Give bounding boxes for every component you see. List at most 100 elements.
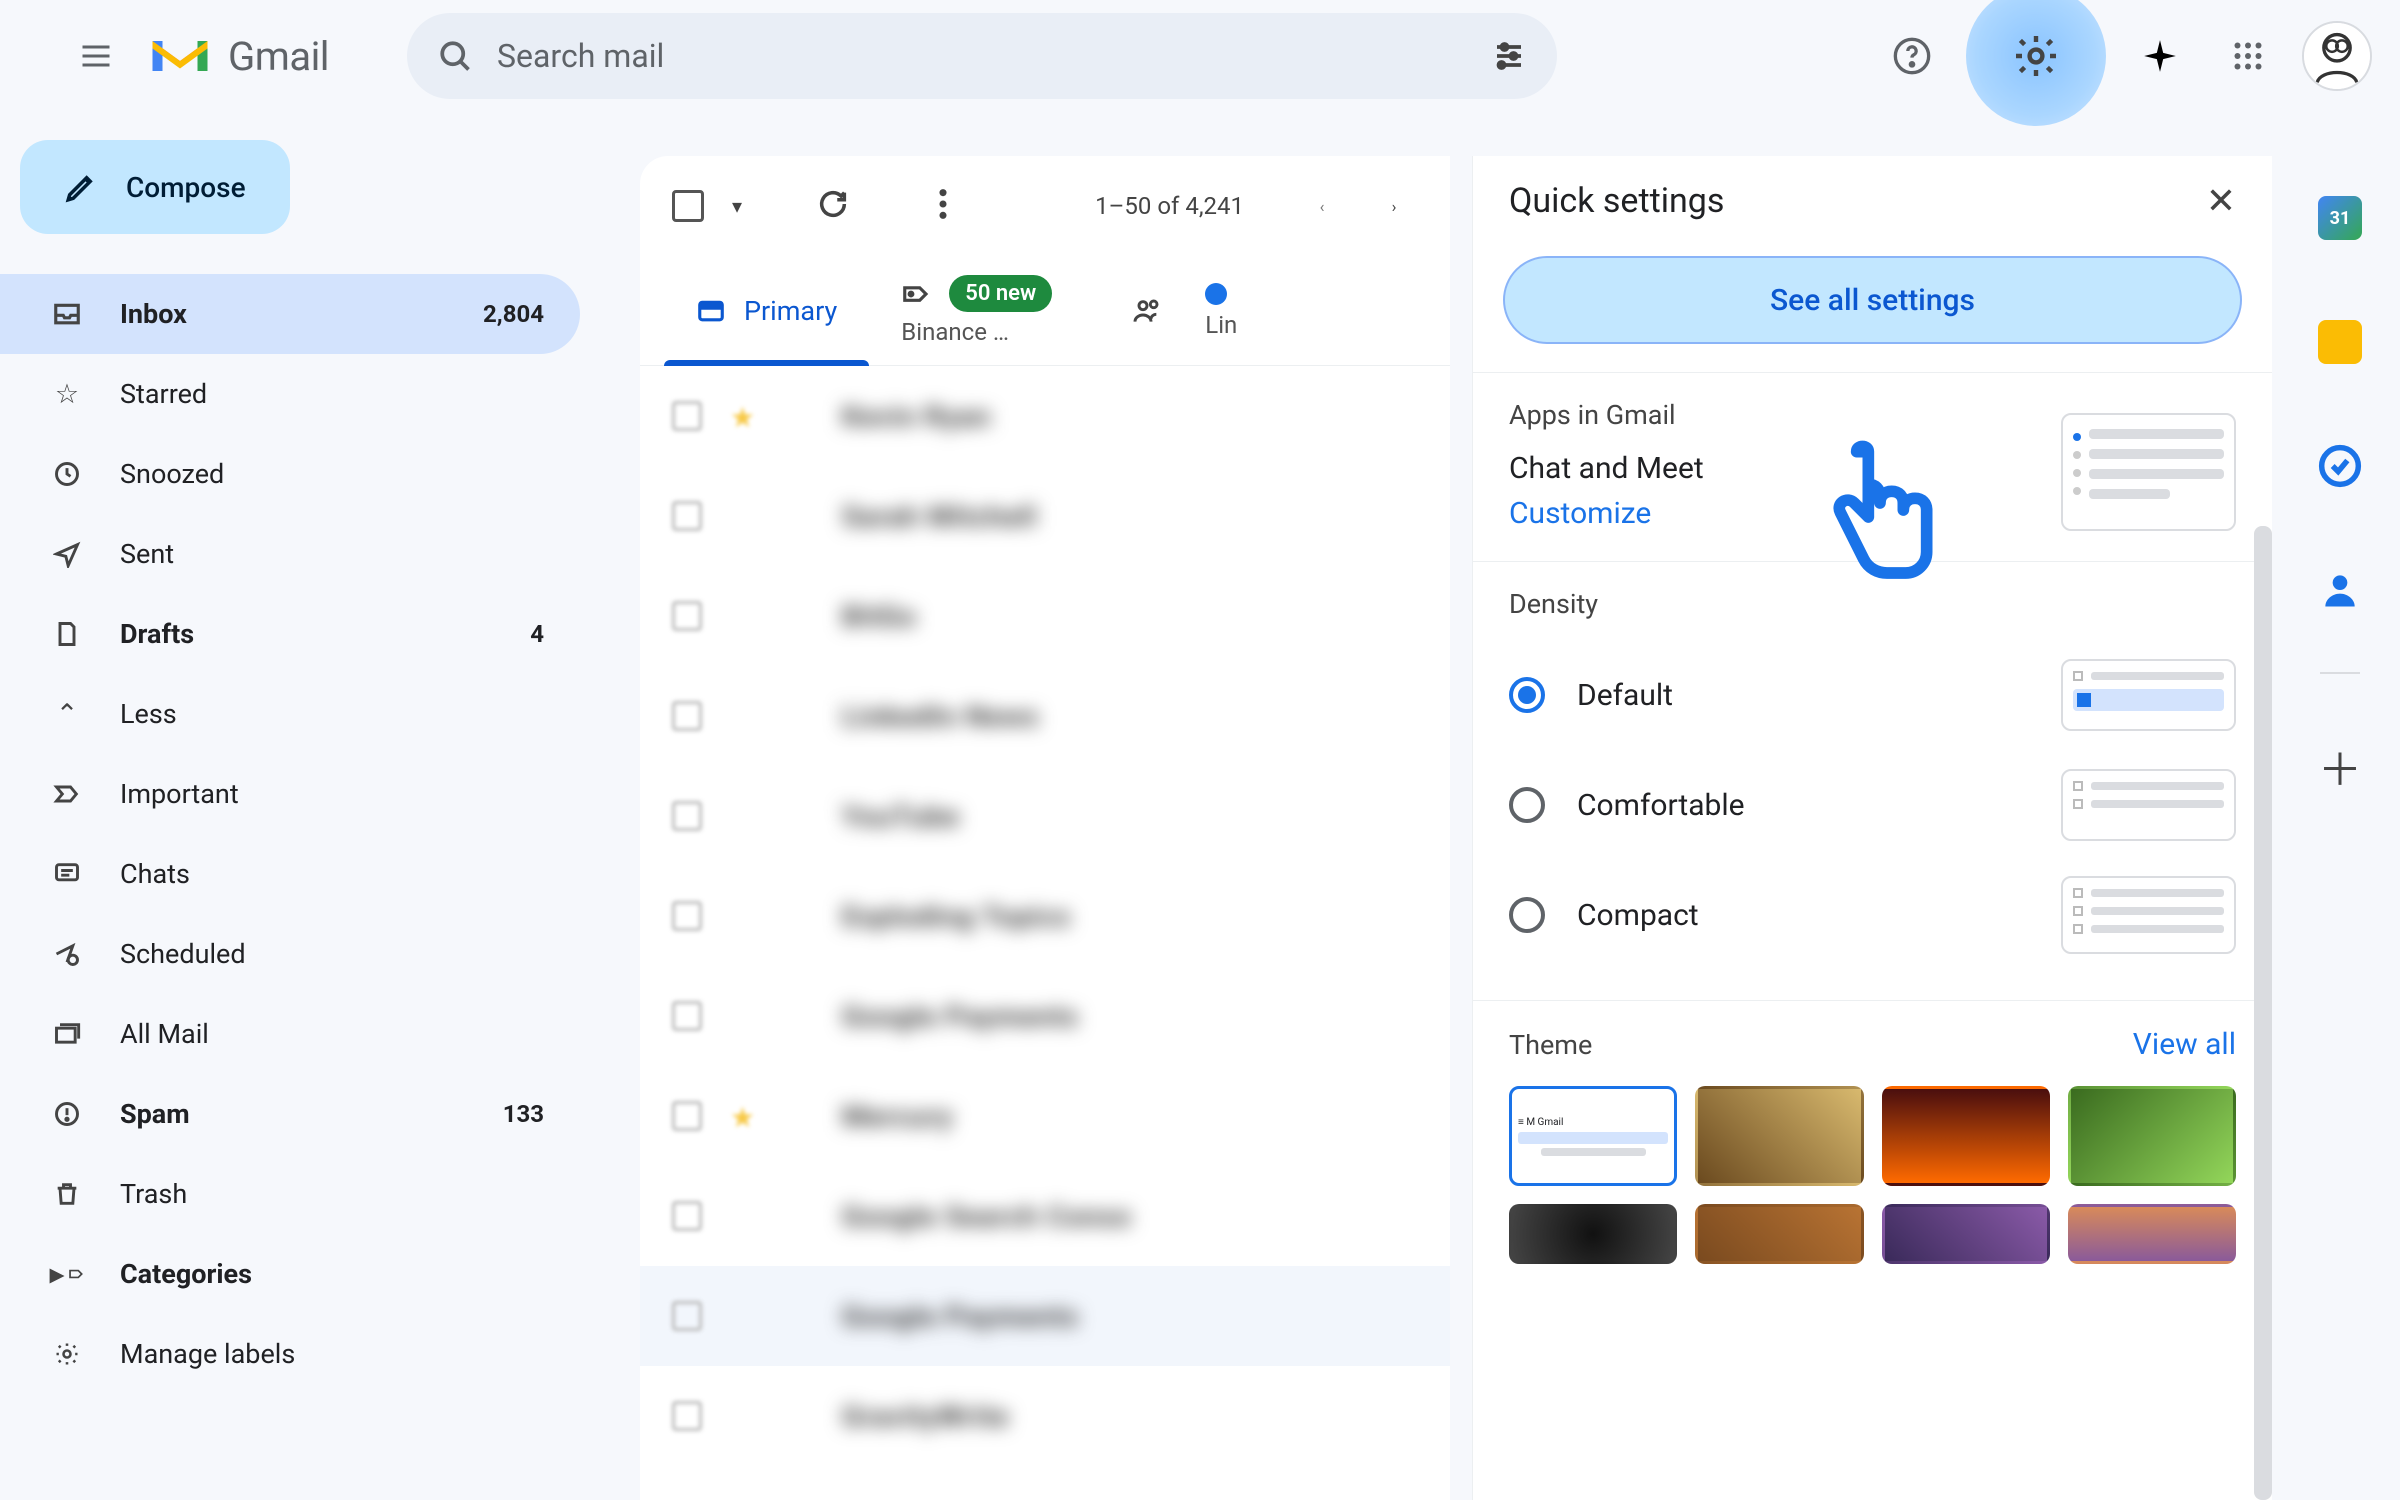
- settings-button[interactable]: [1966, 0, 2106, 126]
- density-default[interactable]: Default: [1509, 640, 2236, 750]
- apps-thumbnail: [2061, 413, 2236, 531]
- tab-promotions[interactable]: 50 new Binance …: [869, 256, 1099, 365]
- theme-tile[interactable]: [2068, 1086, 2236, 1186]
- gemini-button[interactable]: [2126, 22, 2194, 90]
- density-comfortable[interactable]: Comfortable: [1509, 750, 2236, 860]
- spam-icon: [50, 1097, 84, 1131]
- message-row[interactable]: Mercury: [640, 1066, 1450, 1166]
- tab-updates[interactable]: Lin: [1195, 256, 1255, 365]
- see-all-settings-button[interactable]: See all settings: [1503, 256, 2242, 344]
- tab-primary[interactable]: Primary: [664, 256, 869, 365]
- nav-all-mail[interactable]: All Mail: [0, 994, 580, 1074]
- side-app-add[interactable]: ＋: [2318, 734, 2362, 798]
- message-star[interactable]: [730, 1101, 760, 1131]
- message-sender: Google Payments: [842, 1300, 1079, 1333]
- search-icon: [437, 38, 473, 74]
- message-checkbox[interactable]: [672, 501, 702, 531]
- account-avatar[interactable]: [2302, 21, 2372, 91]
- refresh-button[interactable]: [816, 187, 850, 225]
- nav-snoozed[interactable]: Snoozed: [0, 434, 580, 514]
- message-checkbox[interactable]: [672, 901, 702, 931]
- message-star[interactable]: [730, 1001, 760, 1031]
- message-checkbox[interactable]: [672, 1101, 702, 1131]
- theme-tile[interactable]: [1509, 1204, 1677, 1264]
- message-sender: YouTube: [842, 800, 960, 833]
- message-sender: Mercury: [842, 1100, 954, 1133]
- newer-button[interactable]: ‹: [1298, 182, 1346, 230]
- message-checkbox[interactable]: [672, 601, 702, 631]
- search-bar[interactable]: Search mail: [407, 13, 1557, 99]
- density-compact[interactable]: Compact: [1509, 860, 2236, 970]
- message-row[interactable]: Google Payments: [640, 1266, 1450, 1366]
- categories-icon: ▸: [50, 1257, 84, 1291]
- main-menu-button[interactable]: [72, 32, 120, 80]
- theme-tile[interactable]: [1695, 1204, 1863, 1264]
- nav-less[interactable]: ⌃ Less: [0, 674, 580, 754]
- chevron-up-icon: ⌃: [50, 697, 84, 731]
- message-checkbox[interactable]: [672, 1001, 702, 1031]
- message-checkbox[interactable]: [672, 401, 702, 431]
- google-apps-button[interactable]: [2214, 22, 2282, 90]
- message-checkbox[interactable]: [672, 801, 702, 831]
- nav-sent[interactable]: Sent: [0, 514, 580, 594]
- message-star[interactable]: [730, 1301, 760, 1331]
- tab-social[interactable]: [1099, 256, 1195, 365]
- message-checkbox[interactable]: [672, 1301, 702, 1331]
- message-checkbox[interactable]: [672, 1201, 702, 1231]
- close-quick-settings[interactable]: ✕: [2206, 180, 2236, 222]
- pointer-cursor-icon: [1820, 440, 1940, 580]
- message-row[interactable]: Google Payments: [640, 966, 1450, 1066]
- nav-trash[interactable]: Trash: [0, 1154, 580, 1234]
- message-sender: BitGo: [842, 600, 917, 633]
- gmail-logo[interactable]: Gmail: [146, 31, 329, 81]
- side-app-calendar[interactable]: 31: [2318, 196, 2362, 240]
- message-row[interactable]: YouTube: [640, 766, 1450, 866]
- message-row[interactable]: Kevin Ryan: [640, 366, 1450, 466]
- message-row[interactable]: Sarah Mitchell: [640, 466, 1450, 566]
- message-star[interactable]: [730, 801, 760, 831]
- message-star[interactable]: [730, 701, 760, 731]
- theme-view-all-link[interactable]: View all: [2133, 1027, 2236, 1062]
- nav-categories[interactable]: ▸ Categories: [0, 1234, 580, 1314]
- message-row[interactable]: Exploding Topics: [640, 866, 1450, 966]
- promotions-count-badge: 50 new: [949, 275, 1052, 312]
- trash-icon: [50, 1177, 84, 1211]
- nav-starred[interactable]: ☆ Starred: [0, 354, 580, 434]
- compose-button[interactable]: Compose: [20, 140, 290, 234]
- search-options-icon[interactable]: [1491, 38, 1527, 74]
- side-app-contacts[interactable]: [2318, 568, 2362, 612]
- theme-tile-default[interactable]: ≡ M Gmail: [1509, 1086, 1677, 1186]
- nav-scheduled[interactable]: Scheduled: [0, 914, 580, 994]
- message-checkbox[interactable]: [672, 1401, 702, 1431]
- theme-tile[interactable]: [1882, 1204, 2050, 1264]
- nav-important[interactable]: Important: [0, 754, 580, 834]
- support-button[interactable]: [1878, 22, 1946, 90]
- nav-manage-labels[interactable]: Manage labels: [0, 1314, 580, 1394]
- message-star[interactable]: [730, 501, 760, 531]
- message-star[interactable]: [730, 601, 760, 631]
- more-button[interactable]: [938, 187, 948, 225]
- message-star[interactable]: [730, 901, 760, 931]
- quick-settings-scrollbar[interactable]: [2254, 526, 2272, 1500]
- theme-tile[interactable]: [2068, 1204, 2236, 1264]
- message-row[interactable]: GravityWrite: [640, 1366, 1450, 1466]
- message-star[interactable]: [730, 401, 760, 431]
- select-dropdown[interactable]: ▾: [732, 194, 742, 218]
- message-checkbox[interactable]: [672, 701, 702, 731]
- side-app-tasks[interactable]: [2318, 444, 2362, 488]
- message-row[interactable]: Google Search Conso: [640, 1166, 1450, 1266]
- message-row[interactable]: LinkedIn News: [640, 666, 1450, 766]
- side-panel-divider: [2320, 672, 2360, 674]
- nav-spam[interactable]: Spam 133: [0, 1074, 580, 1154]
- side-app-keep[interactable]: [2318, 320, 2362, 364]
- nav-drafts[interactable]: Drafts 4: [0, 594, 580, 674]
- nav-chats[interactable]: Chats: [0, 834, 580, 914]
- message-star[interactable]: [730, 1401, 760, 1431]
- theme-tile[interactable]: [1882, 1086, 2050, 1186]
- nav-inbox[interactable]: Inbox 2,804: [0, 274, 580, 354]
- older-button[interactable]: ›: [1370, 182, 1418, 230]
- select-all-checkbox[interactable]: [672, 190, 704, 222]
- message-star[interactable]: [730, 1201, 760, 1231]
- theme-tile[interactable]: [1695, 1086, 1863, 1186]
- message-row[interactable]: BitGo: [640, 566, 1450, 666]
